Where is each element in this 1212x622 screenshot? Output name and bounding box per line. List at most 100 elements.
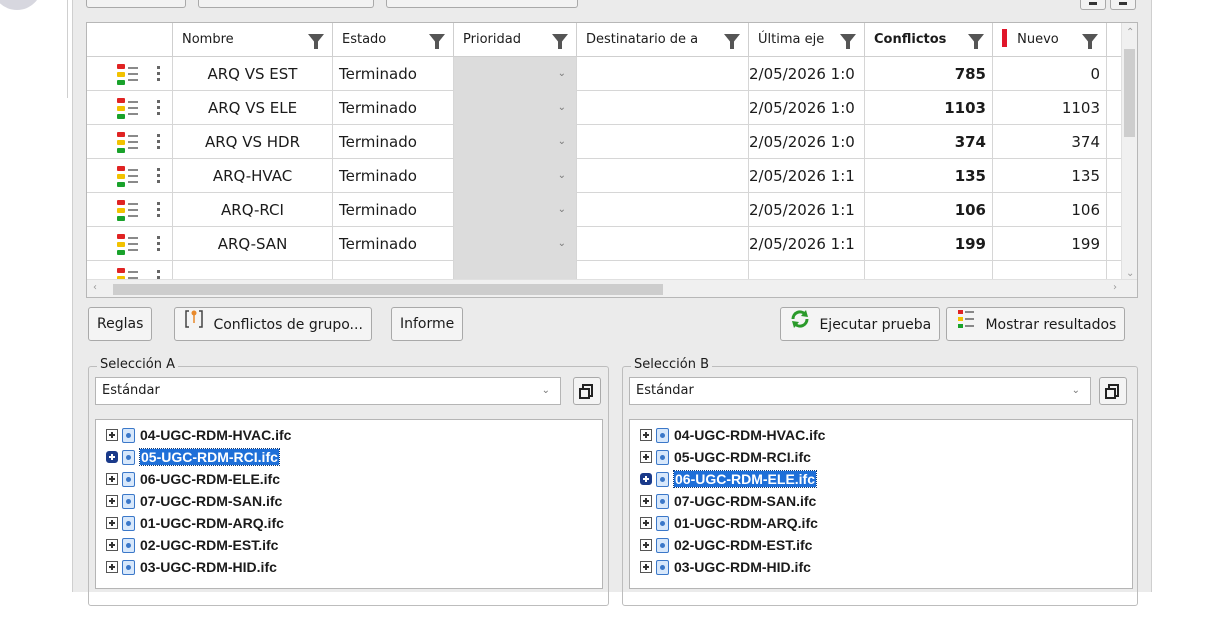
cell-prioridad-dropdown[interactable]: ⌄ bbox=[454, 227, 577, 261]
cell-prioridad-dropdown[interactable]: ⌄ bbox=[454, 193, 577, 227]
expand-icon[interactable] bbox=[640, 473, 652, 485]
drag-handle-icon[interactable] bbox=[157, 100, 160, 116]
horizontal-scroll-thumb[interactable] bbox=[113, 284, 663, 295]
header-destinatario[interactable]: Destinatario de a bbox=[577, 23, 749, 57]
filter-icon[interactable] bbox=[552, 34, 568, 49]
tree-item[interactable]: 02-UGC-RDM-EST.ifc bbox=[630, 534, 1132, 556]
row-status-cell[interactable] bbox=[87, 193, 173, 227]
cell-nombre[interactable]: ARQ-SAN bbox=[173, 227, 333, 261]
row-status-cell[interactable] bbox=[87, 91, 173, 125]
row-status-cell[interactable] bbox=[87, 159, 173, 193]
filter-icon[interactable] bbox=[968, 34, 984, 49]
cell-destinatario[interactable] bbox=[577, 159, 749, 193]
expand-icon[interactable] bbox=[640, 451, 652, 463]
chevron-down-icon[interactable]: ⌄ bbox=[558, 159, 566, 193]
scroll-up-icon[interactable]: ⌃ bbox=[1126, 27, 1134, 38]
mostrar-resultados-button[interactable]: Mostrar resultados bbox=[946, 307, 1126, 341]
row-status-cell[interactable] bbox=[87, 125, 173, 159]
expand-icon[interactable] bbox=[106, 561, 118, 573]
reglas-button[interactable]: Reglas bbox=[88, 307, 153, 341]
header-ultima[interactable]: Última eje bbox=[749, 23, 865, 57]
expand-icon[interactable] bbox=[640, 517, 652, 529]
tree-item[interactable]: 07-UGC-RDM-SAN.ifc bbox=[630, 490, 1132, 512]
scroll-right-icon[interactable]: › bbox=[1113, 282, 1117, 293]
tree-item[interactable]: 04-UGC-RDM-HVAC.ifc bbox=[96, 424, 602, 446]
tree-item[interactable]: 05-UGC-RDM-RCI.ifc bbox=[630, 446, 1132, 468]
selection-a-combo[interactable]: Estándar ⌄ bbox=[95, 377, 561, 405]
cell-nombre[interactable]: ARQ-RCI bbox=[173, 193, 333, 227]
table-row[interactable]: ARQ VS ELE Terminado ⌄ 2/05/2026 1:0 1103 110… bbox=[87, 91, 1123, 125]
cell-destinatario[interactable] bbox=[577, 227, 749, 261]
drag-handle-icon[interactable] bbox=[157, 202, 160, 218]
scroll-left-icon[interactable]: ‹ bbox=[93, 282, 97, 293]
scroll-down-icon[interactable]: ⌄ bbox=[1126, 268, 1134, 279]
header-conflictos[interactable]: Conflictos bbox=[865, 23, 993, 57]
top-icon-button-2[interactable] bbox=[1110, 0, 1136, 10]
drag-handle-icon[interactable] bbox=[157, 66, 160, 82]
chevron-down-icon[interactable]: ⌄ bbox=[558, 125, 566, 159]
selection-b-combo[interactable]: Estándar ⌄ bbox=[629, 377, 1091, 405]
expand-icon[interactable] bbox=[106, 473, 118, 485]
drag-handle-icon[interactable] bbox=[157, 134, 160, 150]
header-prioridad[interactable]: Prioridad bbox=[454, 23, 577, 57]
top-toolbar-button-1[interactable] bbox=[86, 0, 186, 8]
selection-b-tree[interactable]: 04-UGC-RDM-HVAC.ifc 05-UGC-RDM-RCI.ifc 06-… bbox=[629, 419, 1133, 589]
horizontal-scrollbar[interactable]: ‹ › bbox=[87, 279, 1137, 297]
cell-prioridad-dropdown[interactable]: ⌄ bbox=[454, 159, 577, 193]
selection-a-tree[interactable]: 04-UGC-RDM-HVAC.ifc 05-UGC-RDM-RCI.ifc 06-… bbox=[95, 419, 603, 589]
cell-destinatario[interactable] bbox=[577, 193, 749, 227]
cell-prioridad-dropdown[interactable]: ⌄ bbox=[454, 125, 577, 159]
table-row[interactable]: ARQ-RCI Terminado ⌄ 2/05/2026 1:1 106 106 bbox=[87, 193, 1123, 227]
header-status-column[interactable] bbox=[87, 23, 173, 57]
table-row[interactable]: ARQ VS HDR Terminado ⌄ 2/05/2026 1:0 374 374 bbox=[87, 125, 1123, 159]
conflictos-grupo-button[interactable]: Conflictos de grupo... bbox=[174, 307, 372, 341]
chevron-down-icon[interactable]: ⌄ bbox=[558, 227, 566, 261]
chevron-down-icon[interactable]: ⌄ bbox=[558, 193, 566, 227]
drag-handle-icon[interactable] bbox=[157, 168, 160, 184]
expand-icon[interactable] bbox=[640, 561, 652, 573]
chevron-down-icon[interactable]: ⌄ bbox=[558, 57, 566, 91]
filter-icon[interactable] bbox=[429, 34, 445, 49]
cell-nombre[interactable]: ARQ VS HDR bbox=[173, 125, 333, 159]
selection-b-sets-button[interactable] bbox=[1099, 377, 1127, 405]
cell-destinatario[interactable] bbox=[577, 91, 749, 125]
top-toolbar-button-2[interactable] bbox=[198, 0, 374, 8]
tree-item[interactable]: 01-UGC-RDM-ARQ.ifc bbox=[96, 512, 602, 534]
tree-item[interactable]: 05-UGC-RDM-RCI.ifc bbox=[96, 446, 602, 468]
ejecutar-prueba-button[interactable]: Ejecutar prueba bbox=[780, 307, 941, 341]
expand-icon[interactable] bbox=[106, 517, 118, 529]
cell-destinatario[interactable] bbox=[577, 57, 749, 91]
tree-item[interactable]: 02-UGC-RDM-EST.ifc bbox=[96, 534, 602, 556]
informe-button[interactable]: Informe bbox=[391, 307, 464, 341]
expand-icon[interactable] bbox=[106, 451, 118, 463]
cell-prioridad-dropdown[interactable]: ⌄ bbox=[454, 57, 577, 91]
chevron-down-icon[interactable]: ⌄ bbox=[542, 378, 550, 404]
cell-prioridad-dropdown[interactable]: ⌄ bbox=[454, 91, 577, 125]
top-toolbar-button-3[interactable] bbox=[386, 0, 578, 8]
row-status-cell[interactable] bbox=[87, 227, 173, 261]
tree-item[interactable]: 07-UGC-RDM-SAN.ifc bbox=[96, 490, 602, 512]
tree-item[interactable]: 04-UGC-RDM-HVAC.ifc bbox=[630, 424, 1132, 446]
tree-item[interactable]: 03-UGC-RDM-HID.ifc bbox=[96, 556, 602, 578]
table-row[interactable]: ARQ-SAN Terminado ⌄ 2/05/2026 1:1 199 199 bbox=[87, 227, 1123, 261]
header-nombre[interactable]: Nombre bbox=[173, 23, 333, 57]
vertical-scroll-thumb[interactable] bbox=[1124, 49, 1135, 137]
table-row[interactable]: ARQ VS EST Terminado ⌄ 2/05/2026 1:0 785 0 bbox=[87, 57, 1123, 91]
expand-icon[interactable] bbox=[640, 495, 652, 507]
expand-icon[interactable] bbox=[106, 429, 118, 441]
cell-nombre[interactable]: ARQ VS ELE bbox=[173, 91, 333, 125]
tree-item[interactable]: 03-UGC-RDM-HID.ifc bbox=[630, 556, 1132, 578]
expand-icon[interactable] bbox=[106, 539, 118, 551]
header-estado[interactable]: Estado bbox=[333, 23, 454, 57]
tree-item[interactable]: 06-UGC-RDM-ELE.ifc bbox=[630, 468, 1132, 490]
chevron-down-icon[interactable]: ⌄ bbox=[558, 91, 566, 125]
selection-a-sets-button[interactable] bbox=[573, 377, 601, 405]
table-row[interactable]: ARQ-HVAC Terminado ⌄ 2/05/2026 1:1 135 135 bbox=[87, 159, 1123, 193]
cell-nombre[interactable]: ARQ-HVAC bbox=[173, 159, 333, 193]
drag-handle-icon[interactable] bbox=[157, 236, 160, 252]
filter-icon[interactable] bbox=[724, 34, 740, 49]
header-nuevo[interactable]: Nuevo bbox=[993, 23, 1107, 57]
tree-item[interactable]: 01-UGC-RDM-ARQ.ifc bbox=[630, 512, 1132, 534]
tree-item[interactable]: 06-UGC-RDM-ELE.ifc bbox=[96, 468, 602, 490]
top-icon-button-1[interactable] bbox=[1080, 0, 1106, 10]
